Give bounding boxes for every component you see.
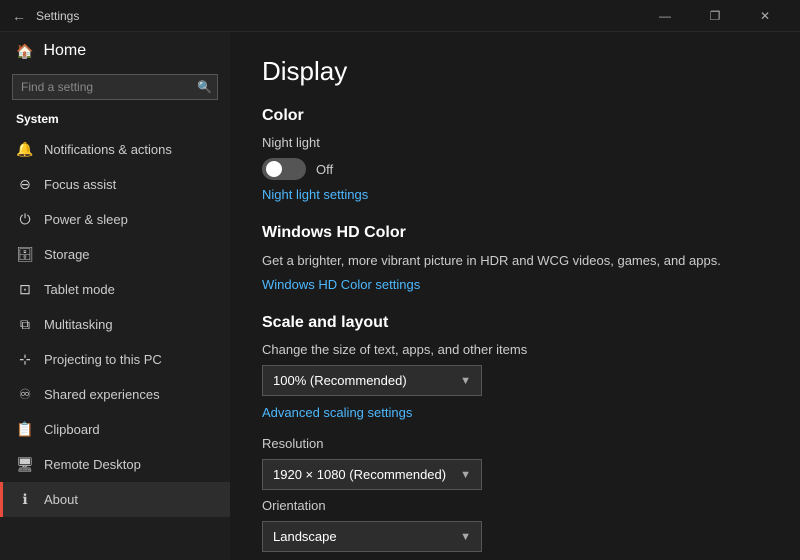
night-light-label: Night light [262,135,768,150]
sidebar-item-notifications[interactable]: 🔔 Notifications & actions [0,132,230,167]
sidebar-item-label: Remote Desktop [44,457,141,472]
sidebar-item-shared[interactable]: ♾ Shared experiences [0,377,230,412]
hd-color-title: Windows HD Color [262,224,768,242]
about-icon: ℹ [16,491,34,508]
power-icon: ⏻ [16,211,34,228]
resolution-dropdown[interactable]: 1920 × 1080 (Recommended) ▼ [262,459,482,490]
sidebar-item-label: About [44,492,78,507]
titlebar: ← Settings — ❐ ✕ [0,0,800,32]
sidebar-item-clipboard[interactable]: 📋 Clipboard [0,412,230,447]
night-light-row: Off [262,158,768,180]
sidebar: 🏠 Home 🔍 System 🔔 Notifications & action… [0,32,230,560]
remote-icon: 🖥 [16,456,34,473]
titlebar-title: Settings [36,9,79,23]
shared-icon: ♾ [16,386,34,403]
search-icon: 🔍 [197,80,212,94]
tablet-icon: ⊡ [16,281,34,298]
color-section-title: Color [262,107,768,125]
orientation-label: Orientation [262,498,768,513]
minimize-button[interactable]: — [642,0,688,32]
app-body: 🏠 Home 🔍 System 🔔 Notifications & action… [0,32,800,560]
sidebar-item-label: Shared experiences [44,387,160,402]
restore-button[interactable]: ❐ [692,0,738,32]
sidebar-item-label: Focus assist [44,177,116,192]
night-light-settings-link[interactable]: Night light settings [262,187,368,202]
advanced-scaling-link[interactable]: Advanced scaling settings [262,405,412,420]
sidebar-item-label: Tablet mode [44,282,115,297]
sidebar-item-projecting[interactable]: ⊹ Projecting to this PC [0,342,230,377]
night-light-toggle[interactable] [262,158,306,180]
focus-icon: ⊖ [16,176,34,193]
notifications-icon: 🔔 [16,141,34,158]
projecting-icon: ⊹ [16,351,34,368]
scale-label: Change the size of text, apps, and other… [262,342,768,357]
orientation-dropdown[interactable]: Landscape ▼ [262,521,482,552]
orientation-dropdown-arrow: ▼ [460,531,471,543]
back-button[interactable]: ← [12,8,26,24]
scale-section-title: Scale and layout [262,314,768,332]
scale-value: 100% (Recommended) [273,373,407,388]
sidebar-item-about[interactable]: ℹ About [0,482,230,517]
resolution-value: 1920 × 1080 (Recommended) [273,467,446,482]
titlebar-controls: — ❐ ✕ [642,0,788,32]
resolution-label: Resolution [262,436,768,451]
night-light-status: Off [316,162,333,177]
sidebar-item-power[interactable]: ⏻ Power & sleep [0,202,230,237]
clipboard-icon: 📋 [16,421,34,438]
sidebar-item-focus[interactable]: ⊖ Focus assist [0,167,230,202]
storage-icon: 🗄 [16,246,34,263]
sidebar-item-tablet[interactable]: ⊡ Tablet mode [0,272,230,307]
search-input[interactable] [12,74,218,100]
search-box: 🔍 [12,74,218,100]
sidebar-item-multitasking[interactable]: ⧉ Multitasking [0,307,230,342]
scale-dropdown-arrow: ▼ [460,375,471,387]
home-label: Home [43,42,86,60]
home-item[interactable]: 🏠 Home [0,32,230,70]
sidebar-item-label: Projecting to this PC [44,352,162,367]
sidebar-item-label: Notifications & actions [44,142,172,157]
content-area: Display Color Night light Off Night ligh… [230,32,800,560]
orientation-value: Landscape [273,529,337,544]
page-title: Display [262,56,768,87]
close-button[interactable]: ✕ [742,0,788,32]
multitasking-icon: ⧉ [16,316,34,333]
sidebar-item-label: Multitasking [44,317,113,332]
resolution-dropdown-arrow: ▼ [460,469,471,481]
sidebar-item-label: Clipboard [44,422,100,437]
sidebar-item-label: Power & sleep [44,212,128,227]
hd-color-description: Get a brighter, more vibrant picture in … [262,252,722,270]
home-icon: 🏠 [16,43,33,60]
hd-color-link[interactable]: Windows HD Color settings [262,277,420,292]
scale-dropdown[interactable]: 100% (Recommended) ▼ [262,365,482,396]
sidebar-item-remote[interactable]: 🖥 Remote Desktop [0,447,230,482]
sidebar-item-storage[interactable]: 🗄 Storage [0,237,230,272]
sidebar-item-label: Storage [44,247,90,262]
section-label: System [0,108,230,132]
